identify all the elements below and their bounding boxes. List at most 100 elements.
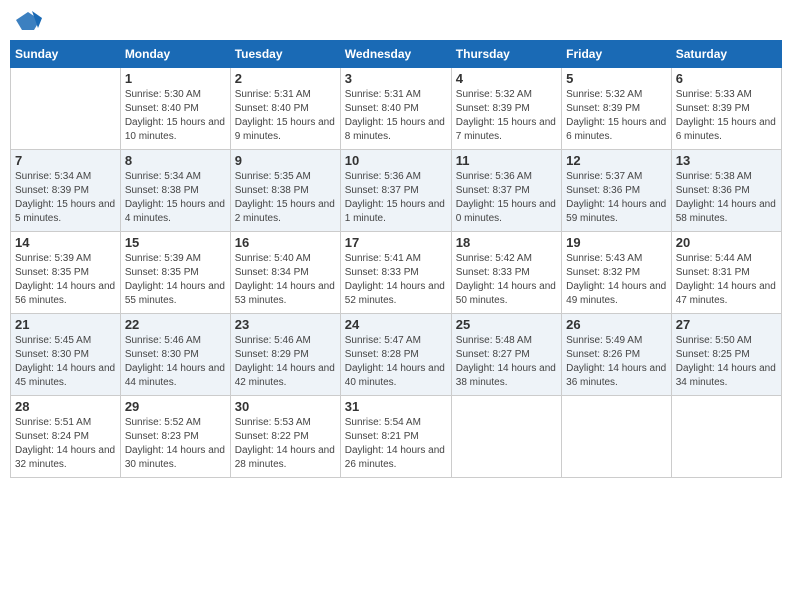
calendar-cell	[11, 68, 121, 150]
day-number: 20	[676, 235, 777, 250]
calendar-cell: 30Sunrise: 5:53 AMSunset: 8:22 PMDayligh…	[230, 396, 340, 478]
calendar-cell: 17Sunrise: 5:41 AMSunset: 8:33 PMDayligh…	[340, 232, 451, 314]
day-number: 16	[235, 235, 336, 250]
header-sunday: Sunday	[11, 41, 121, 68]
logo	[14, 10, 46, 32]
header-monday: Monday	[120, 41, 230, 68]
day-info: Sunrise: 5:36 AMSunset: 8:37 PMDaylight:…	[345, 170, 447, 226]
day-number: 18	[456, 235, 557, 250]
day-info: Sunrise: 5:32 AMSunset: 8:39 PMDaylight:…	[456, 88, 557, 144]
calendar-cell: 10 Sunrise: 5:36 AMSunset: 8:37 PMDayligh…	[340, 150, 451, 232]
calendar-cell: 15 Sunrise: 5:39 AMSunset: 8:35 PMDayligh…	[120, 232, 230, 314]
day-number: 4	[456, 71, 557, 86]
header-thursday: Thursday	[451, 41, 561, 68]
day-info: Sunrise: 5:46 AMSunset: 8:29 PMDaylight:…	[235, 334, 336, 390]
day-info: Sunrise: 5:39 AMSunset: 8:35 PMDaylight:…	[125, 252, 226, 308]
day-info: Sunrise: 5:51 AMSunset: 8:24 PMDaylight:…	[15, 416, 116, 472]
header-tuesday: Tuesday	[230, 41, 340, 68]
calendar-cell: 22 Sunrise: 5:46 AMSunset: 8:30 PMDayligh…	[120, 314, 230, 396]
calendar-cell: 16Sunrise: 5:40 AMSunset: 8:34 PMDayligh…	[230, 232, 340, 314]
day-number: 31	[345, 399, 447, 414]
day-number: 1	[125, 71, 226, 86]
day-number: 9	[235, 153, 336, 168]
day-number: 19	[566, 235, 667, 250]
day-info: Sunrise: 5:44 AMSunset: 8:31 PMDaylight:…	[676, 252, 777, 308]
day-info: Sunrise: 5:31 AMSunset: 8:40 PMDaylight:…	[345, 88, 447, 144]
day-info: Sunrise: 5:36 AMSunset: 8:37 PMDaylight:…	[456, 170, 557, 226]
calendar-cell: 31 Sunrise: 5:54 AMSunset: 8:21 PMDayligh…	[340, 396, 451, 478]
day-info: Sunrise: 5:31 AMSunset: 8:40 PMDaylight:…	[235, 88, 336, 144]
day-number: 15	[125, 235, 226, 250]
calendar-cell: 26Sunrise: 5:49 AMSunset: 8:26 PMDayligh…	[562, 314, 672, 396]
day-info: Sunrise: 5:46 AMSunset: 8:30 PMDaylight:…	[125, 334, 226, 390]
day-number: 28	[15, 399, 116, 414]
day-number: 23	[235, 317, 336, 332]
calendar-cell: 28 Sunrise: 5:51 AMSunset: 8:24 PMDayligh…	[11, 396, 121, 478]
calendar-cell: 21 Sunrise: 5:45 AMSunset: 8:30 PMDayligh…	[11, 314, 121, 396]
day-number: 22	[125, 317, 226, 332]
day-info: Sunrise: 5:52 AMSunset: 8:23 PMDaylight:…	[125, 416, 226, 472]
day-info: Sunrise: 5:34 AMSunset: 8:39 PMDaylight:…	[15, 170, 116, 226]
day-number: 26	[566, 317, 667, 332]
calendar-cell: 3 Sunrise: 5:31 AMSunset: 8:40 PMDaylight…	[340, 68, 451, 150]
day-number: 30	[235, 399, 336, 414]
calendar-cell: 19 Sunrise: 5:43 AMSunset: 8:32 PMDayligh…	[562, 232, 672, 314]
day-info: Sunrise: 5:34 AMSunset: 8:38 PMDaylight:…	[125, 170, 226, 226]
week-row-3: 21 Sunrise: 5:45 AMSunset: 8:30 PMDayligh…	[11, 314, 782, 396]
day-info: Sunrise: 5:32 AMSunset: 8:39 PMDaylight:…	[566, 88, 667, 144]
calendar-cell: 27 Sunrise: 5:50 AMSunset: 8:25 PMDayligh…	[671, 314, 781, 396]
calendar-cell: 1Sunrise: 5:30 AMSunset: 8:40 PMDaylight…	[120, 68, 230, 150]
day-number: 6	[676, 71, 777, 86]
calendar-cell: 8 Sunrise: 5:34 AMSunset: 8:38 PMDaylight…	[120, 150, 230, 232]
calendar-cell: 7 Sunrise: 5:34 AMSunset: 8:39 PMDaylight…	[11, 150, 121, 232]
day-info: Sunrise: 5:42 AMSunset: 8:33 PMDaylight:…	[456, 252, 557, 308]
day-info: Sunrise: 5:48 AMSunset: 8:27 PMDaylight:…	[456, 334, 557, 390]
day-info: Sunrise: 5:50 AMSunset: 8:25 PMDaylight:…	[676, 334, 777, 390]
day-number: 11	[456, 153, 557, 168]
day-number: 2	[235, 71, 336, 86]
day-info: Sunrise: 5:37 AMSunset: 8:36 PMDaylight:…	[566, 170, 667, 226]
day-info: Sunrise: 5:47 AMSunset: 8:28 PMDaylight:…	[345, 334, 447, 390]
day-info: Sunrise: 5:39 AMSunset: 8:35 PMDaylight:…	[15, 252, 116, 308]
header-saturday: Saturday	[671, 41, 781, 68]
calendar-cell	[562, 396, 672, 478]
day-number: 25	[456, 317, 557, 332]
calendar-cell: 25 Sunrise: 5:48 AMSunset: 8:27 PMDayligh…	[451, 314, 561, 396]
week-row-0: 1Sunrise: 5:30 AMSunset: 8:40 PMDaylight…	[11, 68, 782, 150]
day-info: Sunrise: 5:33 AMSunset: 8:39 PMDaylight:…	[676, 88, 777, 144]
calendar-table: SundayMondayTuesdayWednesdayThursdayFrid…	[10, 40, 782, 478]
day-number: 3	[345, 71, 447, 86]
calendar-cell	[451, 396, 561, 478]
day-number: 27	[676, 317, 777, 332]
header-friday: Friday	[562, 41, 672, 68]
day-number: 8	[125, 153, 226, 168]
day-number: 7	[15, 153, 116, 168]
day-info: Sunrise: 5:35 AMSunset: 8:38 PMDaylight:…	[235, 170, 336, 226]
day-number: 14	[15, 235, 116, 250]
day-info: Sunrise: 5:41 AMSunset: 8:33 PMDaylight:…	[345, 252, 447, 308]
calendar-cell: 5Sunrise: 5:32 AMSunset: 8:39 PMDaylight…	[562, 68, 672, 150]
day-number: 13	[676, 153, 777, 168]
calendar-cell: 29 Sunrise: 5:52 AMSunset: 8:23 PMDayligh…	[120, 396, 230, 478]
calendar-cell: 14 Sunrise: 5:39 AMSunset: 8:35 PMDayligh…	[11, 232, 121, 314]
day-info: Sunrise: 5:54 AMSunset: 8:21 PMDaylight:…	[345, 416, 447, 472]
day-number: 29	[125, 399, 226, 414]
calendar-cell: 18 Sunrise: 5:42 AMSunset: 8:33 PMDayligh…	[451, 232, 561, 314]
header-wednesday: Wednesday	[340, 41, 451, 68]
day-number: 21	[15, 317, 116, 332]
calendar-cell: 23 Sunrise: 5:46 AMSunset: 8:29 PMDayligh…	[230, 314, 340, 396]
calendar-cell: 9 Sunrise: 5:35 AMSunset: 8:38 PMDaylight…	[230, 150, 340, 232]
calendar-cell: 4 Sunrise: 5:32 AMSunset: 8:39 PMDaylight…	[451, 68, 561, 150]
header-row: SundayMondayTuesdayWednesdayThursdayFrid…	[11, 41, 782, 68]
calendar-cell: 13Sunrise: 5:38 AMSunset: 8:36 PMDayligh…	[671, 150, 781, 232]
calendar-cell	[671, 396, 781, 478]
page-header	[10, 10, 782, 32]
day-number: 12	[566, 153, 667, 168]
day-number: 10	[345, 153, 447, 168]
week-row-1: 7 Sunrise: 5:34 AMSunset: 8:39 PMDaylight…	[11, 150, 782, 232]
calendar-cell: 11 Sunrise: 5:36 AMSunset: 8:37 PMDayligh…	[451, 150, 561, 232]
week-row-2: 14 Sunrise: 5:39 AMSunset: 8:35 PMDayligh…	[11, 232, 782, 314]
day-info: Sunrise: 5:43 AMSunset: 8:32 PMDaylight:…	[566, 252, 667, 308]
day-info: Sunrise: 5:45 AMSunset: 8:30 PMDaylight:…	[15, 334, 116, 390]
calendar-cell: 24Sunrise: 5:47 AMSunset: 8:28 PMDayligh…	[340, 314, 451, 396]
